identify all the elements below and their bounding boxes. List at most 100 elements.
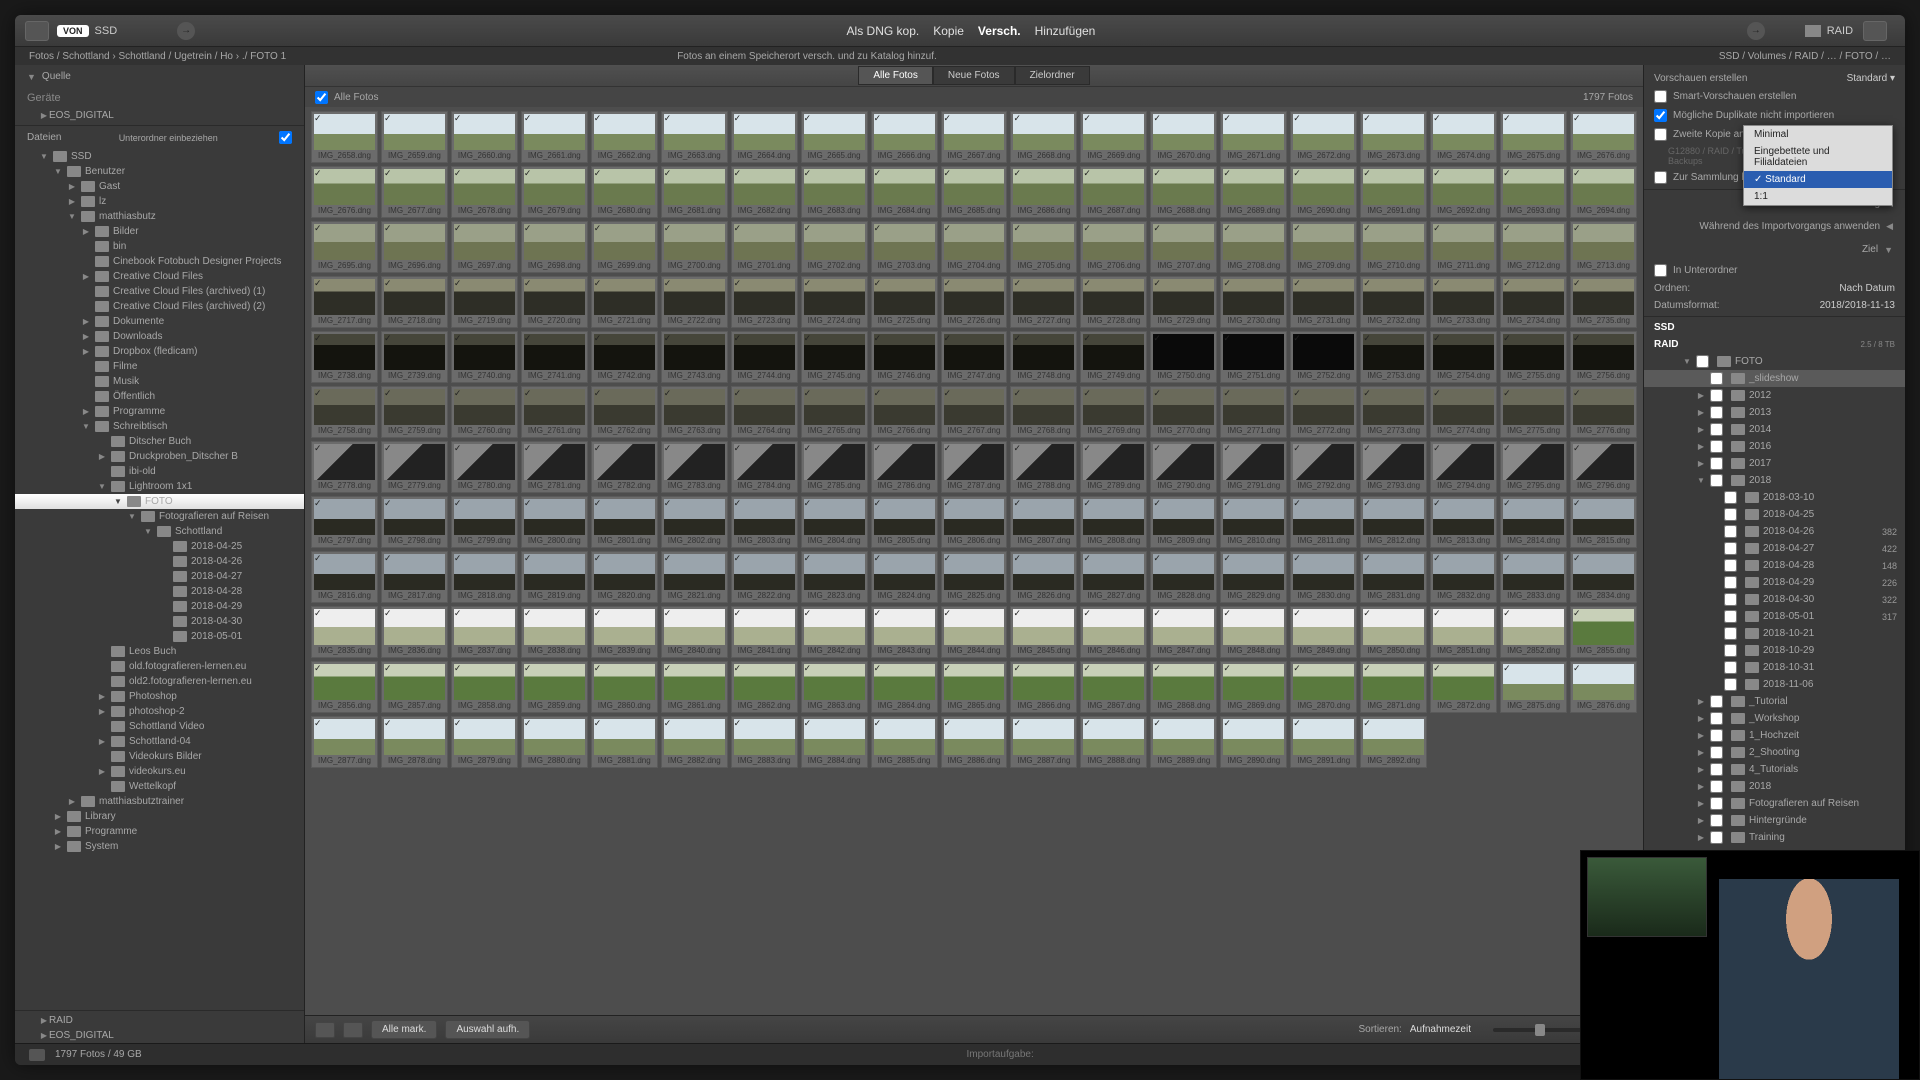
thumbnail-cell[interactable]: ✓IMG_2824.dng bbox=[871, 551, 938, 603]
thumbnail-cell[interactable]: ✓IMG_2659.dng bbox=[381, 111, 448, 163]
thumbnail-cell[interactable]: ✓IMG_2860.dng bbox=[591, 661, 658, 713]
thumbnail-cell[interactable]: ✓IMG_2837.dng bbox=[451, 606, 518, 658]
dest-checkbox[interactable] bbox=[1724, 644, 1737, 657]
thumbnail-cell[interactable]: ✓IMG_2811.dng bbox=[1290, 496, 1357, 548]
dest-checkbox[interactable] bbox=[1710, 406, 1723, 419]
tree-item[interactable]: Cinebook Fotobuch Designer Projects bbox=[15, 254, 304, 269]
thumbnail-cell[interactable]: ✓IMG_2868.dng bbox=[1150, 661, 1217, 713]
thumbnail-cell[interactable]: ✓IMG_2755.dng bbox=[1500, 331, 1567, 383]
thumbnail-cell[interactable]: ✓IMG_2815.dng bbox=[1570, 496, 1637, 548]
tree-item[interactable]: ▶Schottland-04 bbox=[15, 734, 304, 749]
tree-item[interactable]: ▶Druckproben_Ditscher B bbox=[15, 449, 304, 464]
dateformat-row[interactable]: Datumsformat:2018/2018-11-13 bbox=[1644, 297, 1905, 314]
thumbnail-cell[interactable]: ✓IMG_2759.dng bbox=[381, 386, 448, 438]
thumbnail-cell[interactable]: ✓IMG_2751.dng bbox=[1220, 331, 1287, 383]
dest-tree-item[interactable]: ▼FOTO bbox=[1644, 353, 1905, 370]
thumbnail-cell[interactable]: ✓IMG_2676.dng bbox=[311, 166, 378, 218]
tree-item[interactable]: ▶Photoshop bbox=[15, 689, 304, 704]
thumbnail-cell[interactable]: ✓IMG_2732.dng bbox=[1360, 276, 1427, 328]
thumbnail-cell[interactable]: ✓IMG_2822.dng bbox=[731, 551, 798, 603]
tree-item[interactable]: ▶Bilder bbox=[15, 224, 304, 239]
thumbnail-cell[interactable]: ✓IMG_2772.dng bbox=[1290, 386, 1357, 438]
dest-checkbox[interactable] bbox=[1710, 712, 1723, 725]
thumbnail-cell[interactable]: ✓IMG_2697.dng bbox=[451, 221, 518, 273]
mode-tab[interactable]: Kopie bbox=[933, 24, 964, 38]
thumbnail-cell[interactable]: ✓IMG_2660.dng bbox=[451, 111, 518, 163]
thumbnail-cell[interactable]: ✓IMG_2661.dng bbox=[521, 111, 588, 163]
tree-item[interactable]: Schottland Video bbox=[15, 719, 304, 734]
thumbnail-cell[interactable]: ✓IMG_2810.dng bbox=[1220, 496, 1287, 548]
thumbnail-cell[interactable]: ✓IMG_2744.dng bbox=[731, 331, 798, 383]
thumbnail-cell[interactable]: ✓IMG_2738.dng bbox=[311, 331, 378, 383]
thumbnail-cell[interactable]: ✓IMG_2780.dng bbox=[451, 441, 518, 493]
thumbnail-cell[interactable]: ✓IMG_2890.dng bbox=[1220, 716, 1287, 768]
thumbnail-cell[interactable]: ✓IMG_2796.dng bbox=[1570, 441, 1637, 493]
thumbnail-cell[interactable]: ✓IMG_2790.dng bbox=[1150, 441, 1217, 493]
dest-checkbox[interactable] bbox=[1696, 355, 1709, 368]
tree-item[interactable]: ▶photoshop-2 bbox=[15, 704, 304, 719]
thumbnail-cell[interactable]: ✓IMG_2740.dng bbox=[451, 331, 518, 383]
thumbnail-cell[interactable]: ✓IMG_2877.dng bbox=[311, 716, 378, 768]
thumbnail-cell[interactable]: ✓IMG_2768.dng bbox=[1010, 386, 1077, 438]
tree-item[interactable]: old.fotografieren-lernen.eu bbox=[15, 659, 304, 674]
device-eos[interactable]: ▶EOS_DIGITAL bbox=[15, 108, 304, 123]
dropdown-item[interactable]: Eingebettete und Filialdateien bbox=[1744, 143, 1892, 171]
thumbnail-cell[interactable]: ✓IMG_2783.dng bbox=[661, 441, 728, 493]
thumbnail-cell[interactable]: ✓IMG_2669.dng bbox=[1080, 111, 1147, 163]
tree-item[interactable]: ▶matthiasbutztrainer bbox=[15, 794, 304, 809]
dest-tree-item[interactable]: ▶2016 bbox=[1644, 438, 1905, 455]
thumbnail-cell[interactable]: ✓IMG_2704.dng bbox=[941, 221, 1008, 273]
thumbnail-cell[interactable]: ✓IMG_2695.dng bbox=[311, 221, 378, 273]
thumbnail-cell[interactable]: ✓IMG_2789.dng bbox=[1080, 441, 1147, 493]
mode-tab[interactable]: Als DNG kop. bbox=[847, 24, 920, 38]
thumbnail-cell[interactable]: ✓IMG_2885.dng bbox=[871, 716, 938, 768]
thumbnail-cell[interactable]: ✓IMG_2708.dng bbox=[1220, 221, 1287, 273]
thumbnail-cell[interactable]: ✓IMG_2803.dng bbox=[731, 496, 798, 548]
thumbnail-cell[interactable]: ✓IMG_2809.dng bbox=[1150, 496, 1217, 548]
thumbnail-cell[interactable]: ✓IMG_2675.dng bbox=[1500, 111, 1567, 163]
no-dupes-checkbox[interactable] bbox=[1654, 109, 1667, 122]
thumbnail-cell[interactable]: ✓IMG_2825.dng bbox=[941, 551, 1008, 603]
tree-item[interactable]: Filme bbox=[15, 359, 304, 374]
thumbnail-cell[interactable]: ✓IMG_2731.dng bbox=[1290, 276, 1357, 328]
dest-tree-item[interactable]: ▶Hintergründe bbox=[1644, 812, 1905, 829]
thumbnail-cell[interactable]: ✓IMG_2835.dng bbox=[311, 606, 378, 658]
thumbnail-cell[interactable]: ✓IMG_2760.dng bbox=[451, 386, 518, 438]
dest-tree-item[interactable]: ▶2018 bbox=[1644, 778, 1905, 795]
thumbnail-cell[interactable]: ✓IMG_2862.dng bbox=[731, 661, 798, 713]
previews-row[interactable]: Vorschauen erstellenStandard ▾ bbox=[1644, 65, 1905, 87]
thumbnail-cell[interactable]: ✓IMG_2788.dng bbox=[1010, 441, 1077, 493]
thumbnail-cell[interactable]: ✓IMG_2741.dng bbox=[521, 331, 588, 383]
dest-tree-item[interactable]: ▼2018 bbox=[1644, 472, 1905, 489]
thumbnail-cell[interactable]: ✓IMG_2705.dng bbox=[1010, 221, 1077, 273]
dest-nav-button[interactable]: → bbox=[1747, 22, 1765, 40]
thumbnail-cell[interactable]: ✓IMG_2847.dng bbox=[1150, 606, 1217, 658]
thumbnail-cell[interactable]: ✓IMG_2687.dng bbox=[1080, 166, 1147, 218]
dest-tree-item[interactable]: 2018-04-28148 bbox=[1644, 557, 1905, 574]
thumbnail-cell[interactable]: ✓IMG_2745.dng bbox=[801, 331, 868, 383]
dest-tree-item[interactable]: ▶2017 bbox=[1644, 455, 1905, 472]
dest-tree-item[interactable]: ▶Training bbox=[1644, 829, 1905, 846]
dest-checkbox[interactable] bbox=[1724, 610, 1737, 623]
thumbnail-cell[interactable]: ✓IMG_2668.dng bbox=[1010, 111, 1077, 163]
source-volume[interactable]: SSD bbox=[95, 25, 118, 37]
thumbnail-cell[interactable]: ✓IMG_2775.dng bbox=[1500, 386, 1567, 438]
dest-checkbox[interactable] bbox=[1710, 797, 1723, 810]
thumbnail-cell[interactable]: ✓IMG_2839.dng bbox=[591, 606, 658, 658]
thumbnail-cell[interactable]: ✓IMG_2743.dng bbox=[661, 331, 728, 383]
sort-value[interactable]: Aufnahmezeit bbox=[1410, 1024, 1471, 1035]
thumbnail-cell[interactable]: ✓IMG_2763.dng bbox=[661, 386, 728, 438]
dest-checkbox[interactable] bbox=[1724, 508, 1737, 521]
dest-tree-item[interactable]: 2018-04-30322 bbox=[1644, 591, 1905, 608]
thumbnail-cell[interactable]: ✓IMG_2800.dng bbox=[521, 496, 588, 548]
thumbnail-cell[interactable]: ✓IMG_2869.dng bbox=[1220, 661, 1287, 713]
dest-checkbox[interactable] bbox=[1710, 457, 1723, 470]
dest-tree-item[interactable]: ▶2013 bbox=[1644, 404, 1905, 421]
thumbnail-cell[interactable]: ✓IMG_2747.dng bbox=[941, 331, 1008, 383]
dest-checkbox[interactable] bbox=[1724, 593, 1737, 606]
thumbnail-cell[interactable]: ✓IMG_2872.dng bbox=[1430, 661, 1497, 713]
thumbnail-cell[interactable]: ✓IMG_2663.dng bbox=[661, 111, 728, 163]
thumbnail-cell[interactable]: ✓IMG_2797.dng bbox=[311, 496, 378, 548]
thumbnail-cell[interactable]: ✓IMG_2834.dng bbox=[1570, 551, 1637, 603]
thumbnail-cell[interactable]: ✓IMG_2682.dng bbox=[731, 166, 798, 218]
